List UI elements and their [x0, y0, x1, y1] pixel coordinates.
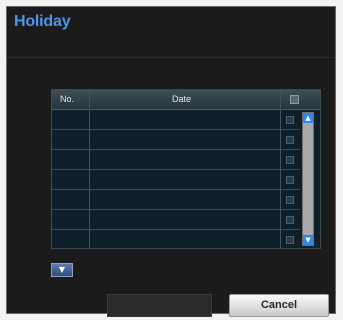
holiday-dialog: Holiday No. Date ▲ ▼ ▼ Cancel — [6, 6, 336, 317]
table-row[interactable] — [52, 110, 300, 130]
row-checkbox[interactable] — [286, 236, 294, 244]
row-checkbox[interactable] — [286, 116, 294, 124]
row-checkbox[interactable] — [286, 196, 294, 204]
table-row[interactable] — [52, 230, 300, 250]
add-holiday-button[interactable]: ▼ — [51, 263, 73, 277]
scroll-down-icon[interactable]: ▼ — [303, 235, 313, 245]
title-divider — [7, 57, 335, 58]
dialog-title: Holiday — [14, 13, 71, 30]
scroll-up-icon[interactable]: ▲ — [303, 113, 313, 123]
cancel-button[interactable]: Cancel — [229, 294, 329, 317]
ok-button[interactable] — [107, 294, 212, 317]
row-checkbox[interactable] — [286, 136, 294, 144]
table-row[interactable] — [52, 130, 300, 150]
table-row[interactable] — [52, 190, 300, 210]
holiday-table: No. Date ▲ ▼ — [51, 89, 321, 249]
table-row[interactable] — [52, 170, 300, 190]
row-checkbox[interactable] — [286, 176, 294, 184]
chevron-down-icon: ▼ — [58, 265, 66, 274]
column-header-no: No. — [60, 94, 75, 104]
select-all-checkbox[interactable] — [290, 95, 299, 104]
table-scrollbar[interactable]: ▲ ▼ — [302, 112, 314, 246]
table-row[interactable] — [52, 150, 300, 170]
table-row[interactable] — [52, 210, 300, 230]
row-checkbox[interactable] — [286, 156, 294, 164]
column-header-date: Date — [172, 94, 192, 104]
row-checkbox[interactable] — [286, 216, 294, 224]
